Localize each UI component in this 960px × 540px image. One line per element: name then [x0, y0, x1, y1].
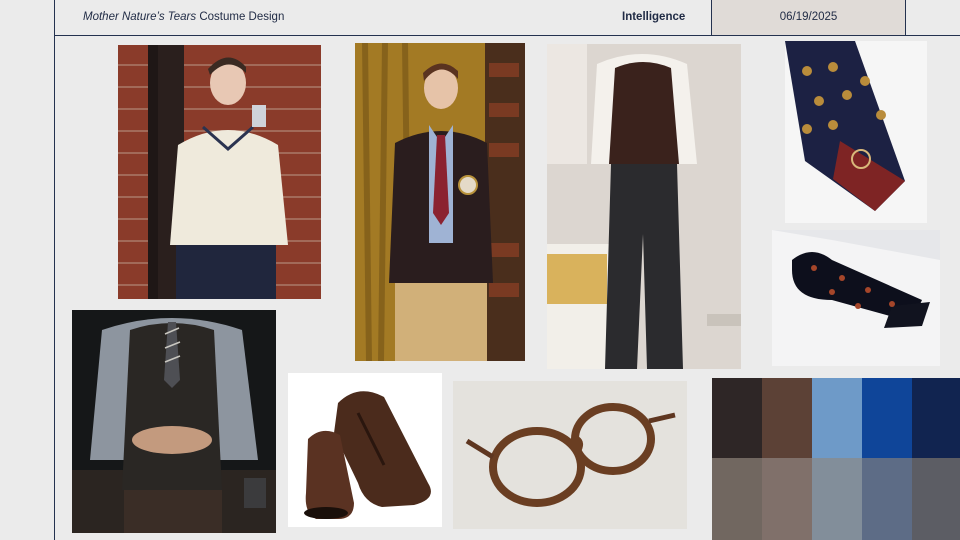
- photo-dark-tie: [772, 230, 940, 366]
- title-rest: Costume Design: [196, 11, 285, 23]
- date-box: 06/19/2025: [711, 0, 906, 35]
- left-rule: [54, 0, 55, 540]
- photo-oxford-shoes: [288, 373, 442, 527]
- palette-swatch-4: [862, 378, 912, 458]
- photo-round-glasses: [453, 381, 687, 529]
- header-rule: [54, 35, 960, 36]
- palette-swatch-5: [912, 378, 960, 458]
- section-label: Intelligence: [622, 11, 686, 23]
- palette-swatch-6: [712, 458, 762, 540]
- palette-swatch-9: [862, 458, 912, 540]
- palette-swatch-10: [912, 458, 960, 540]
- photo-sweater-vest: [547, 44, 741, 369]
- date-label: 06/19/2025: [779, 11, 838, 23]
- title-italic: Mother Nature’s Tears: [83, 11, 197, 23]
- photo-waistcoat: [72, 310, 276, 533]
- palette-swatch-2: [762, 378, 812, 458]
- palette-swatch-8: [812, 458, 862, 540]
- photo-cable-sweater: [118, 45, 321, 299]
- palette-swatch-7: [762, 458, 812, 540]
- palette-swatch-3: [812, 378, 862, 458]
- photo-crest-tie: [785, 41, 927, 223]
- board-title: Mother Nature’s Tears Costume Design: [83, 11, 284, 23]
- photo-school-blazer: [355, 43, 525, 361]
- palette-swatch-1: [712, 378, 762, 458]
